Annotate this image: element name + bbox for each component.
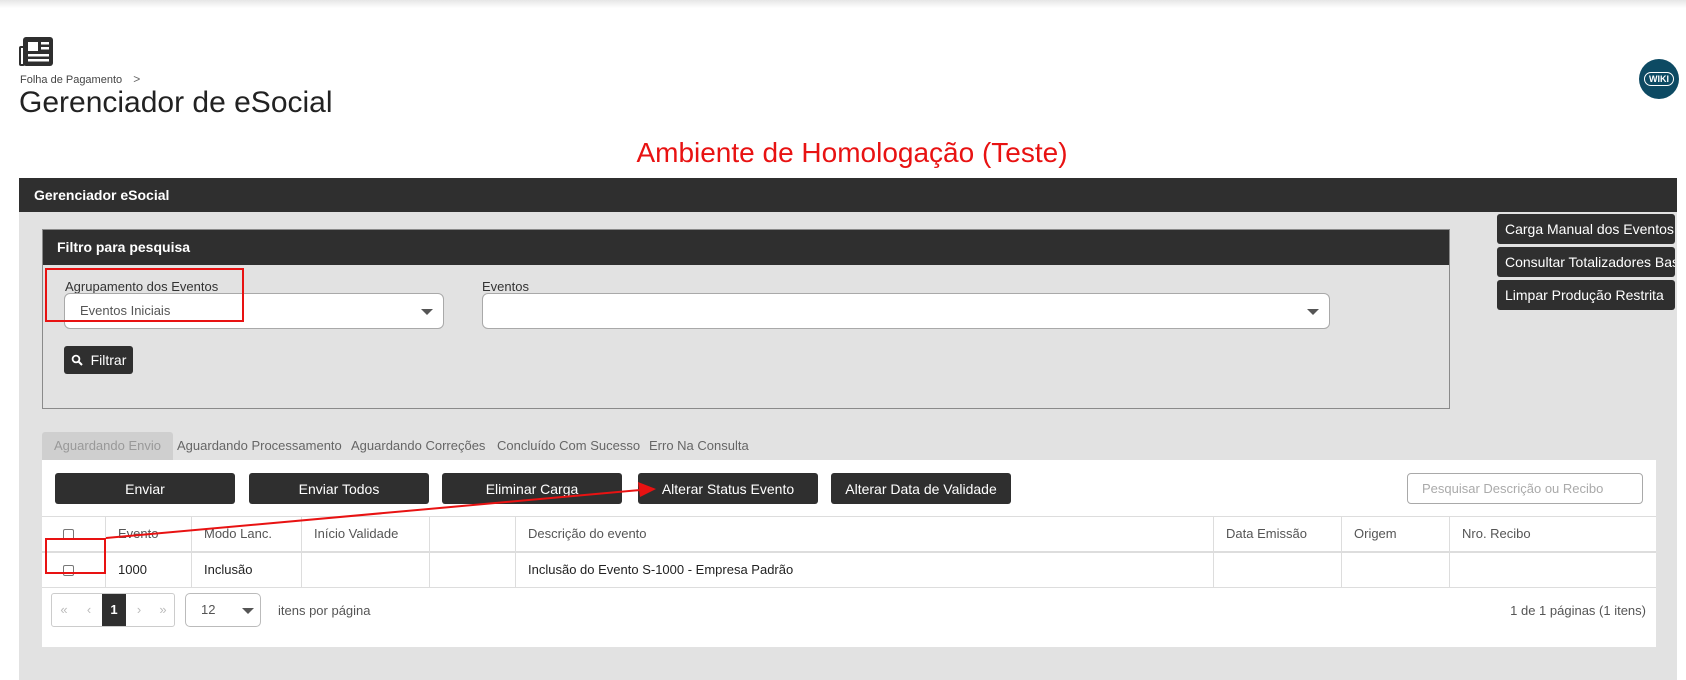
- table-cell: Inclusão: [192, 553, 302, 587]
- page-title: Gerenciador de eSocial: [19, 86, 333, 119]
- table-cell: [302, 553, 430, 587]
- pagination: « ‹ 1 › »: [51, 593, 175, 627]
- tab-aguardando-correcoes[interactable]: Aguardando Correções: [339, 432, 497, 460]
- tab-concluido-com-sucesso[interactable]: Concluído Com Sucesso: [485, 432, 652, 460]
- tab-erro-na-consulta[interactable]: Erro Na Consulta: [637, 432, 761, 460]
- table-cell: Inclusão do Evento S-1000 - Empresa Padr…: [516, 553, 1214, 587]
- filter-box: Filtro para pesquisa Agrupamento dos Eve…: [42, 229, 1450, 409]
- per-page-label: itens por página: [278, 603, 371, 618]
- filter-button[interactable]: Filtrar: [64, 346, 133, 374]
- column-header: Modo Lanc.: [192, 517, 302, 551]
- newspaper-icon: [19, 37, 53, 66]
- wiki-label: WIKI: [1644, 72, 1674, 86]
- manual-load-button[interactable]: Carga Manual dos Eventos: [1497, 214, 1675, 244]
- per-page-value: 12: [201, 602, 216, 617]
- change-validity-date-button[interactable]: Alterar Data de Validade: [831, 473, 1011, 504]
- send-all-button[interactable]: Enviar Todos: [249, 473, 429, 504]
- filter-title: Filtro para pesquisa: [43, 230, 1449, 265]
- events-select[interactable]: [482, 293, 1330, 329]
- breadcrumb: Folha de Pagamento >: [20, 72, 140, 86]
- column-header: Descrição do evento: [516, 517, 1214, 551]
- last-page-button[interactable]: »: [151, 594, 175, 626]
- chevron-down-icon: [242, 608, 254, 614]
- table-cell: 1000: [106, 553, 192, 587]
- pages-info: 1 de 1 páginas (1 itens): [1510, 603, 1646, 618]
- table-cell: [1342, 553, 1450, 587]
- change-status-button[interactable]: Alterar Status Evento: [638, 473, 818, 504]
- events-label: Eventos: [482, 279, 529, 294]
- annotation-box-checkbox: [45, 538, 106, 574]
- column-header: Origem: [1342, 517, 1450, 551]
- top-shadow: [0, 0, 1686, 8]
- panel-title: Gerenciador eSocial: [19, 178, 1677, 212]
- column-header: Nro. Recibo: [1462, 526, 1531, 541]
- send-button[interactable]: Enviar: [55, 473, 235, 504]
- filter-button-label: Filtrar: [90, 352, 127, 368]
- first-page-button[interactable]: «: [52, 594, 76, 626]
- clear-restricted-production-button[interactable]: Limpar Produção Restrita: [1497, 280, 1675, 310]
- environment-banner: Ambiente de Homologação (Teste): [636, 137, 1068, 168]
- column-header: Data Emissão: [1214, 517, 1342, 551]
- chevron-down-icon: [421, 309, 433, 315]
- tab-aguardando-envio[interactable]: Aguardando Envio: [42, 432, 173, 460]
- table-row[interactable]: 1000 Inclusão Inclusão do Evento S-1000 …: [42, 552, 1656, 588]
- prev-page-button[interactable]: ‹: [77, 594, 101, 626]
- search-icon: [71, 354, 83, 366]
- chevron-right-icon: >: [133, 72, 141, 86]
- per-page-select[interactable]: 12: [185, 593, 261, 627]
- table-header: Evento Modo Lanc. Início Validade Descri…: [42, 516, 1656, 552]
- table-cell: [1450, 553, 1656, 587]
- annotation-box-group: [45, 268, 244, 322]
- chevron-down-icon: [1307, 309, 1319, 315]
- column-header: Início Validade: [302, 517, 430, 551]
- tab-aguardando-processamento[interactable]: Aguardando Processamento: [165, 432, 354, 460]
- query-totalizers-button[interactable]: Consultar Totalizadores Base: [1497, 247, 1675, 277]
- table-cell: [430, 553, 516, 587]
- next-page-button[interactable]: ›: [127, 594, 151, 626]
- search-input[interactable]: Pesquisar Descrição ou Recibo: [1407, 473, 1643, 504]
- delete-load-button[interactable]: Eliminar Carga: [442, 473, 622, 504]
- breadcrumb-link[interactable]: Folha de Pagamento: [20, 74, 122, 86]
- table-cell: [1214, 553, 1342, 587]
- wiki-button[interactable]: WIKI: [1639, 59, 1679, 99]
- column-header: Evento: [106, 517, 192, 551]
- column-header: [430, 517, 516, 551]
- esocial-panel: Gerenciador eSocial Filtro para pesquisa…: [19, 178, 1677, 680]
- events-content: Enviar Enviar Todos Eliminar Carga Alter…: [42, 460, 1656, 647]
- page-1-button[interactable]: 1: [102, 594, 126, 626]
